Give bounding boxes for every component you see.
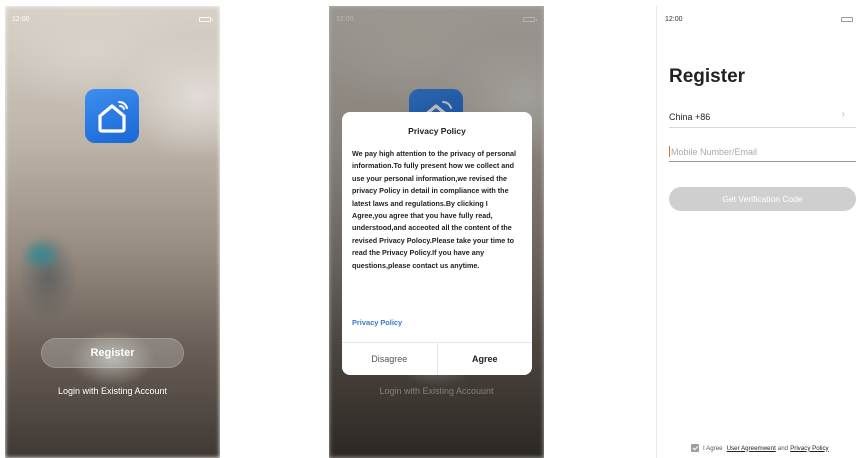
privacy-policy-link[interactable]: Privacy Policy	[790, 445, 829, 452]
register-button[interactable]: Register	[41, 338, 184, 368]
privacy-dialog: Privacy Policy We pay high attention to …	[342, 112, 532, 375]
page-title: Register	[669, 66, 746, 87]
battery-icon	[841, 17, 853, 22]
checkbox-checked-icon[interactable]	[691, 444, 699, 452]
register-screen: 12:00 Register China +86 › Get Verificat…	[656, 6, 857, 458]
agreement-row: I Agree User Agreemwent and Privacy Poli…	[691, 444, 829, 452]
phone-email-input[interactable]	[669, 142, 856, 162]
battery-icon	[199, 17, 213, 22]
dialog-footer: Disagree Agree	[342, 342, 532, 375]
divider	[669, 127, 856, 128]
login-existing-account-link[interactable]: Login with Existing Account	[5, 386, 220, 396]
status-time: 12:00	[12, 16, 30, 23]
smart-home-icon	[85, 89, 139, 143]
country-selector[interactable]: China +86	[669, 112, 710, 122]
get-verification-code-button[interactable]: Get Verification Code	[669, 187, 856, 211]
user-agreement-link[interactable]: User Agreemwent	[727, 445, 776, 452]
agree-prefix: I Agree	[703, 444, 723, 452]
status-time: 12:00	[665, 16, 683, 23]
welcome-screen: 12:00 Register Login with Existing Accou…	[5, 6, 220, 458]
dialog-title: Privacy Policy	[408, 126, 466, 136]
agree-button[interactable]: Agree	[438, 343, 533, 375]
dialog-body-text: We pay high attention to the privacy of …	[352, 149, 517, 270]
privacy-policy-link[interactable]: Privacy Policy	[352, 318, 402, 327]
text-cursor	[669, 146, 670, 157]
privacy-screen: 12:00 Login with Existing Accouunt Priva…	[329, 6, 544, 458]
and-text: and	[777, 444, 789, 452]
disagree-button[interactable]: Disagree	[342, 343, 438, 375]
chevron-right-icon[interactable]: ›	[842, 109, 845, 120]
